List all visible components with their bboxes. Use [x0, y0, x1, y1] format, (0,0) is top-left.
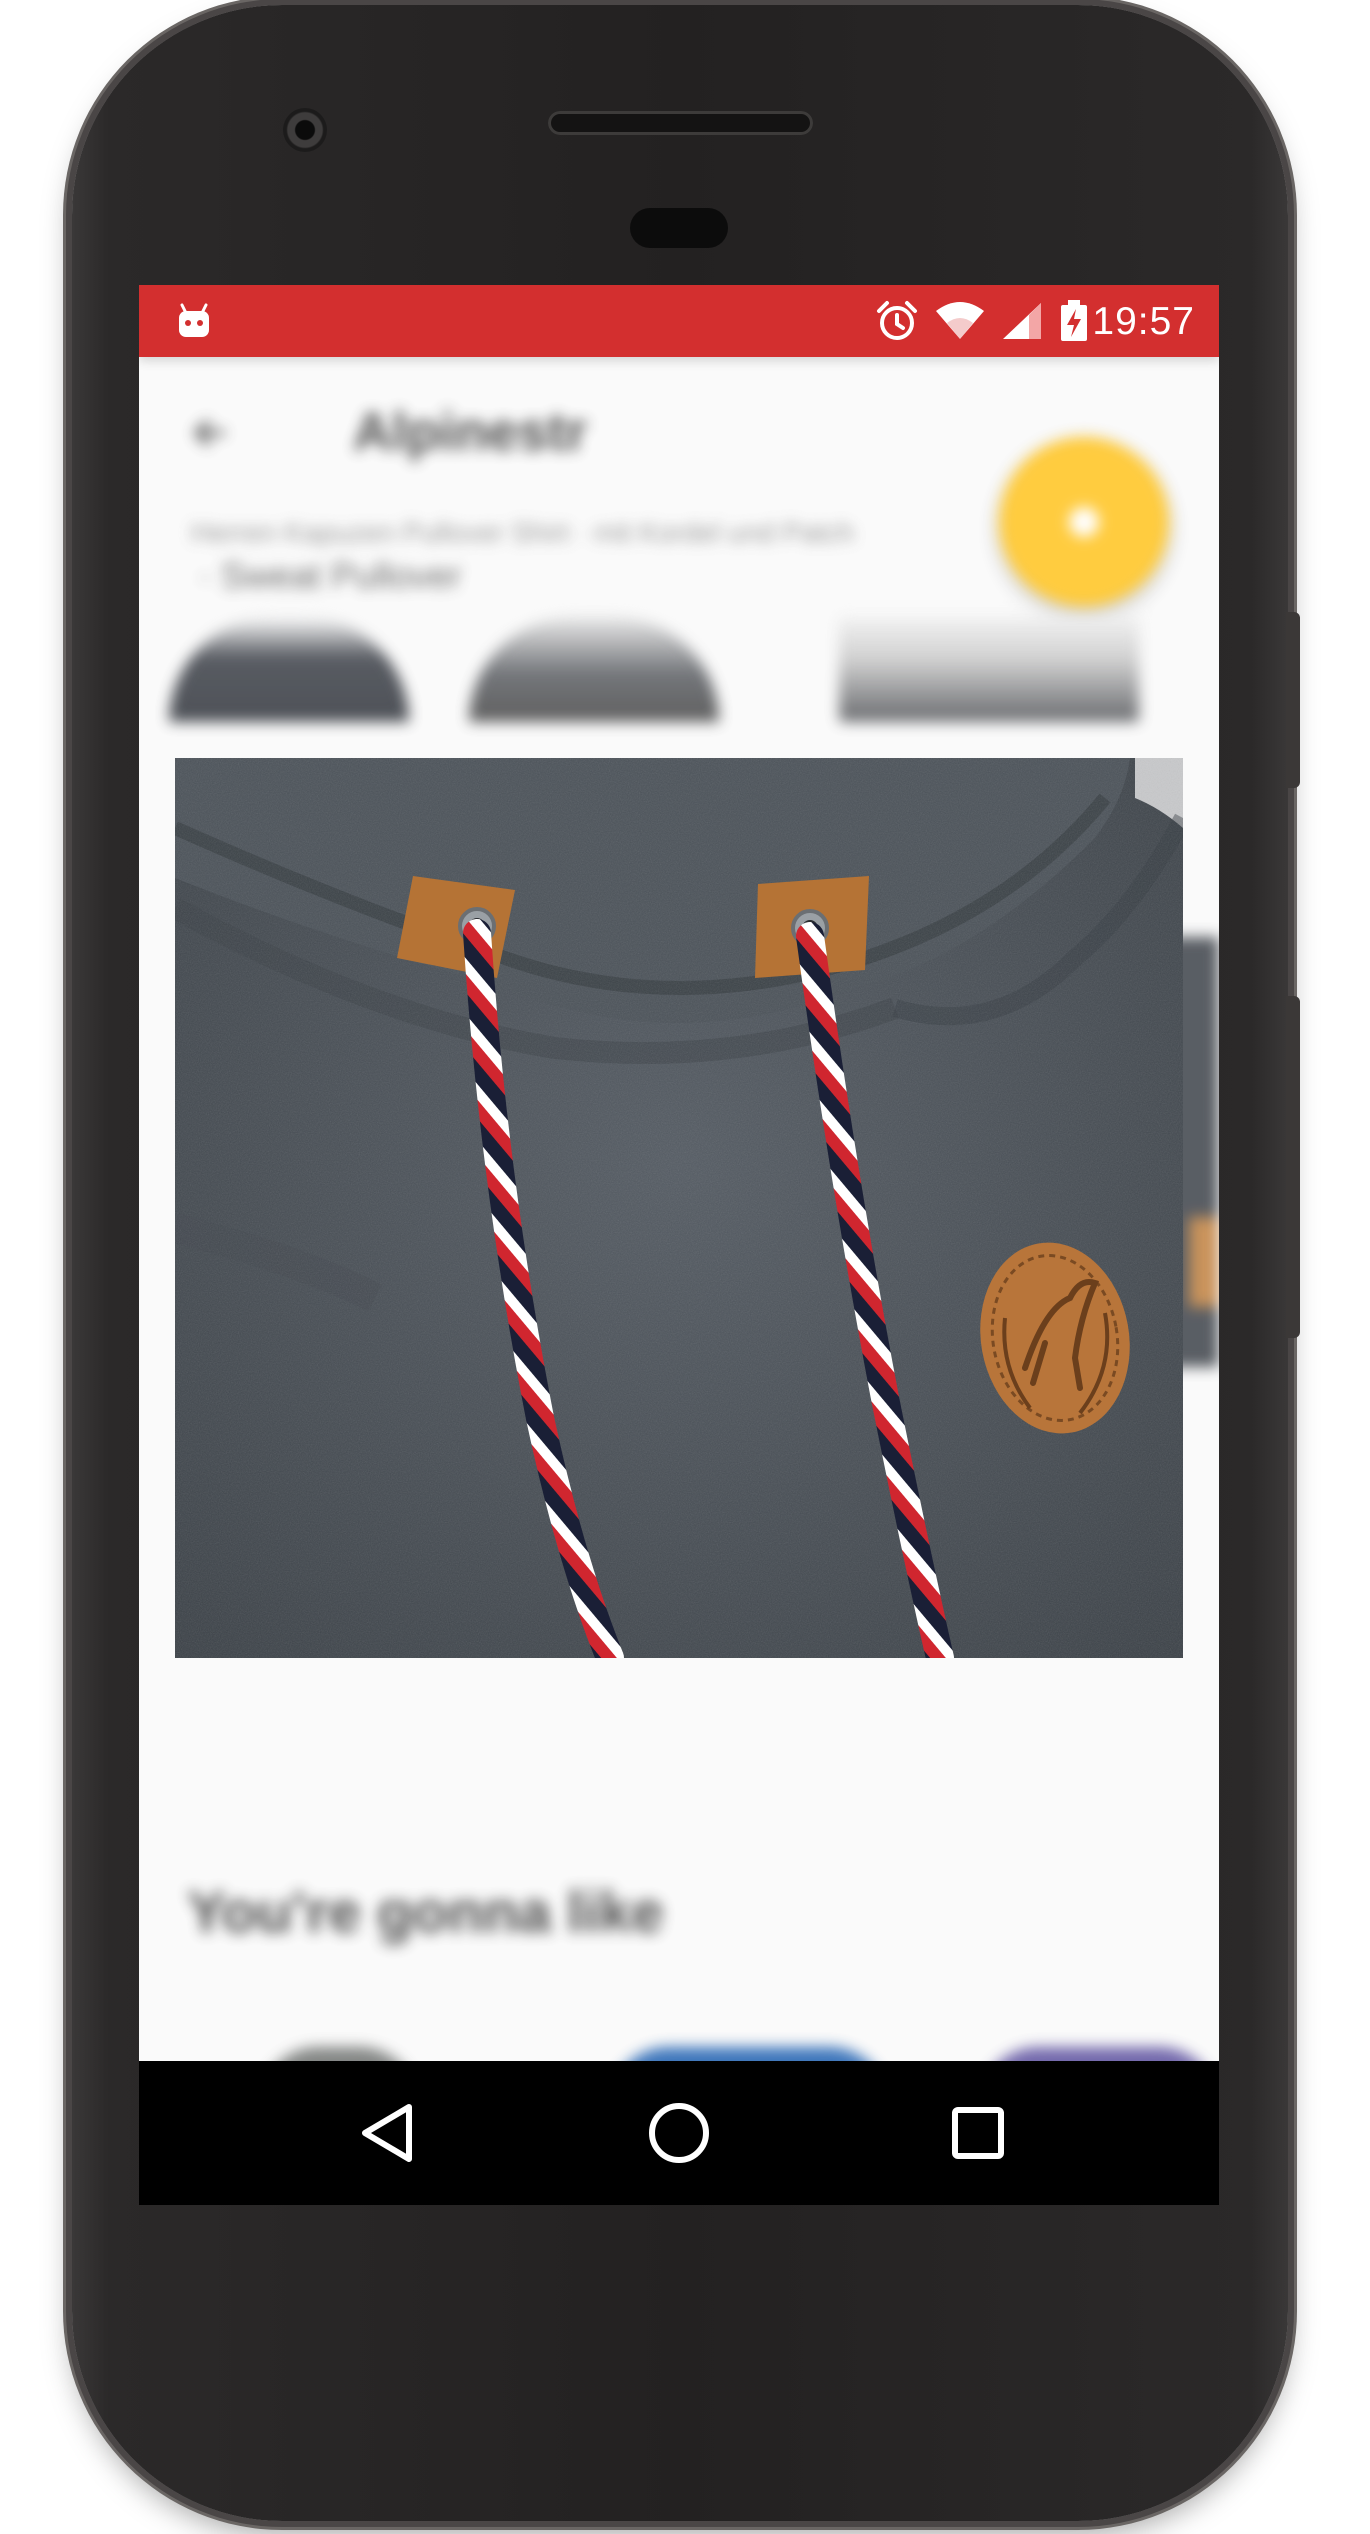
- expanded-product-image[interactable]: [175, 758, 1183, 1658]
- image-thumbnail-strip: [139, 617, 1219, 722]
- signal-icon: [1003, 303, 1041, 339]
- nav-recents-icon[interactable]: [942, 2097, 1014, 2169]
- volume-button: [1286, 996, 1300, 1338]
- gallery-thumbnail[interactable]: [839, 617, 1139, 722]
- alarm-icon: [877, 301, 917, 340]
- status-time: 19:57: [1092, 300, 1195, 343]
- gallery-thumbnail[interactable]: [469, 617, 719, 722]
- screen: 19:57 Alpinestr Herren Kapuzen Pullover …: [139, 285, 1219, 2205]
- gallery-thumbnail[interactable]: [169, 617, 409, 722]
- gallery-image-edge-accent: [1189, 1217, 1219, 1307]
- power-button: [1286, 612, 1300, 788]
- section-title: You're gonna like: [187, 1880, 664, 1945]
- back-arrow-icon[interactable]: [191, 413, 231, 453]
- wifi-icon: [936, 302, 984, 339]
- nav-back-icon[interactable]: [351, 2097, 423, 2169]
- navigation-bar: [139, 2061, 1219, 2205]
- front-camera: [283, 108, 327, 152]
- app-bar-title: Alpinestr: [353, 402, 588, 462]
- battery-charging-icon: [1061, 300, 1087, 341]
- product-subtitle: Herren Kapuzen Pullover Shirt · mit Kord…: [191, 517, 854, 548]
- android-notification-icon: [179, 303, 209, 337]
- earpiece-speaker: [548, 111, 813, 135]
- product-variant: · Sweat Pullover: [199, 555, 462, 596]
- hoodie-detail-photo: [175, 758, 1183, 1658]
- favorite-fab[interactable]: [999, 437, 1169, 607]
- status-bar: 19:57: [139, 285, 1219, 357]
- nav-home-icon[interactable]: [643, 2097, 715, 2169]
- star-icon: [1069, 507, 1099, 537]
- proximity-sensor: [630, 208, 728, 248]
